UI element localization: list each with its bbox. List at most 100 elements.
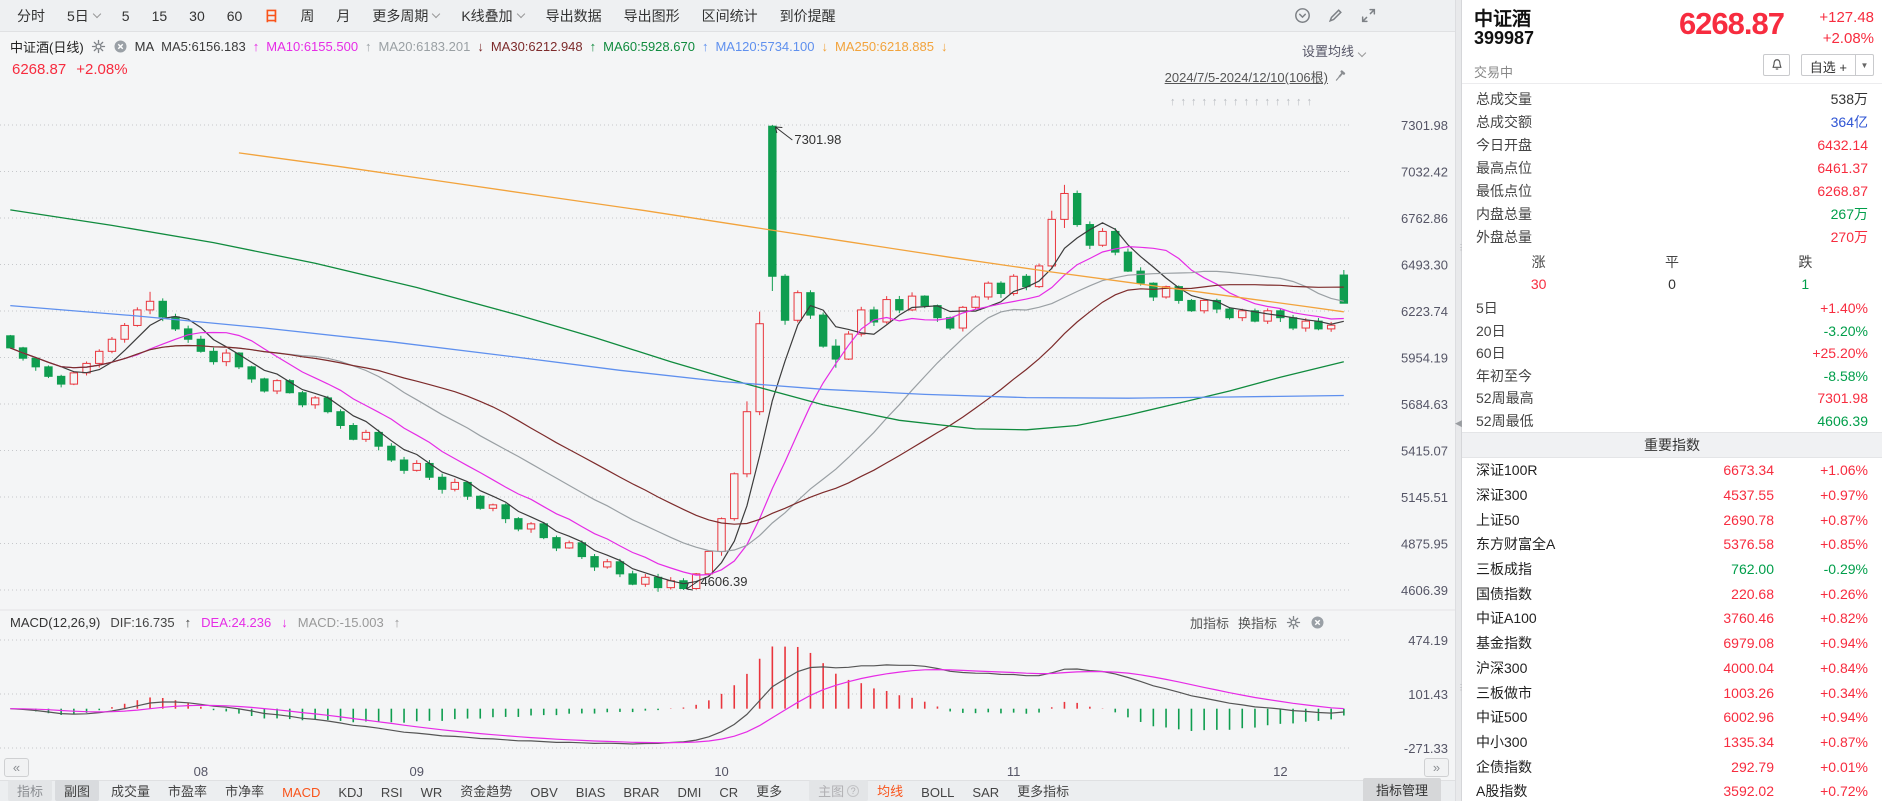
toolbar-item-周[interactable]: 周 xyxy=(289,6,325,26)
index-row[interactable]: 中小300 1335.34 +0.87% xyxy=(1462,730,1882,755)
indicator-manage-button[interactable]: 指标管理 xyxy=(1362,778,1441,801)
tab-CR[interactable]: CR xyxy=(710,784,747,801)
watchlist-dropdown[interactable]: ▼ xyxy=(1856,55,1873,75)
index-row[interactable]: 东方财富全A 5376.58 +0.85% xyxy=(1462,532,1882,557)
tab-DMI[interactable]: DMI xyxy=(669,784,711,801)
brush-icon[interactable] xyxy=(1327,7,1344,24)
scroll-left-button[interactable]: « xyxy=(4,758,29,777)
action-换指标[interactable]: 换指标 xyxy=(1238,613,1277,632)
gear-icon[interactable] xyxy=(91,39,106,54)
date-range-button[interactable]: 2024/7/5-2024/12/10(106根) xyxy=(1165,67,1347,86)
toolbar-item-日[interactable]: 日 xyxy=(253,6,289,26)
macd-axis-label: 474.19 xyxy=(1408,633,1448,648)
index-row[interactable]: 上证50 2690.78 +0.87% xyxy=(1462,507,1882,532)
index-row[interactable]: 深证300 4537.55 +0.97% xyxy=(1462,483,1882,508)
index-row[interactable]: 国债指数 220.68 +0.26% xyxy=(1462,581,1882,606)
kline-chart[interactable]: 7301.98 7032.42 6762.86 6493.30 6223.74 5954.… xyxy=(0,32,1455,801)
index-row[interactable]: 三板做市 1003.26 +0.34% xyxy=(1462,680,1882,705)
gear-icon[interactable] xyxy=(1286,615,1301,630)
index-value: 1003.26 xyxy=(1723,684,1774,701)
index-row[interactable]: 企债指数 292.79 +0.01% xyxy=(1462,754,1882,779)
ma-trend-arrow: ↑ xyxy=(252,39,260,54)
price-axis-label: 5954.19 xyxy=(1401,351,1448,366)
circle-chevron-down-icon[interactable] xyxy=(1294,7,1311,24)
toolbar-item-区间统计[interactable]: 区间统计 xyxy=(691,6,769,26)
index-name: A股指数 xyxy=(1476,783,1528,800)
tab-BIAS[interactable]: BIAS xyxy=(567,784,615,801)
index-row[interactable]: 沪深300 4000.04 +0.84% xyxy=(1462,656,1882,681)
price-alert-button[interactable] xyxy=(1763,54,1790,76)
tab-BOLL[interactable]: BOLL xyxy=(912,784,963,801)
stat-row: 最高点位 6461.37 xyxy=(1462,156,1882,179)
scroll-right-button[interactable]: » xyxy=(1424,758,1449,777)
panel-resize-divider[interactable]: ⋮ ◀ ⋮ xyxy=(1455,0,1465,801)
fullscreen-icon[interactable] xyxy=(1360,7,1377,24)
tab-RSI[interactable]: RSI xyxy=(372,784,412,801)
tab-成交量[interactable]: 成交量 xyxy=(102,780,159,801)
action-加指标[interactable]: 加指标 xyxy=(1190,613,1229,632)
index-pct: +0.87% xyxy=(1820,733,1868,750)
index-name: 三板成指 xyxy=(1476,561,1532,578)
tab-SAR[interactable]: SAR xyxy=(963,784,1008,801)
period-return-row: 5日 +1.40% xyxy=(1462,297,1882,320)
index-row[interactable]: 基金指数 6979.08 +0.94% xyxy=(1462,631,1882,656)
tab-指标[interactable]: 指标 xyxy=(8,780,53,801)
toolbar-item-5[interactable]: 5 xyxy=(111,8,141,24)
toolbar-item-月[interactable]: 月 xyxy=(325,6,361,26)
trading-status: 交易中 xyxy=(1474,65,1514,80)
index-row[interactable]: A股指数 3592.02 +0.72% xyxy=(1462,779,1882,801)
tab-KDJ[interactable]: KDJ xyxy=(329,784,372,801)
index-value: 4000.04 xyxy=(1723,659,1774,676)
toolbar-item-K线叠加[interactable]: K线叠加 xyxy=(450,6,534,26)
add-watchlist-button[interactable]: 自选 + ▼ xyxy=(1800,54,1874,76)
toolbar-item-30[interactable]: 30 xyxy=(178,8,216,24)
toolbar-item-更多周期[interactable]: 更多周期 xyxy=(361,6,450,26)
tab-资金趋势[interactable]: 资金趋势 xyxy=(451,780,521,801)
ma-trend-arrow: ↑ xyxy=(701,39,709,54)
stat-value: 364亿 xyxy=(1830,113,1868,130)
index-name: 国债指数 xyxy=(1476,585,1532,602)
stat-label: 最高点位 xyxy=(1476,159,1532,176)
index-row[interactable]: 深证100R 6673.34 +1.06% xyxy=(1462,458,1882,483)
tab-更多[interactable]: 更多 xyxy=(747,780,791,801)
toolbar-item-5日[interactable]: 5日 xyxy=(56,6,111,26)
tab-市盈率[interactable]: 市盈率 xyxy=(159,780,216,801)
close-circle-icon[interactable] xyxy=(113,39,128,54)
macd-axis-label: 101.43 xyxy=(1408,687,1448,702)
low-annotation: 4606.39 xyxy=(700,574,747,589)
collapse-panel-icon[interactable]: ◀ xyxy=(1455,418,1462,429)
close-circle-icon[interactable] xyxy=(1310,615,1325,630)
index-row[interactable]: 三板成指 762.00 -0.29% xyxy=(1462,557,1882,582)
indices-list: 深证100R 6673.34 +1.06% 深证300 4537.55 +0.97% 上证5… xyxy=(1462,458,1882,801)
index-row[interactable]: 中证A100 3760.46 +0.82% xyxy=(1462,606,1882,631)
macd-indicator-row: MACD(12,26,9) DIF:16.735 ↑ DEA:24.236 ↓ MACD:… xyxy=(10,613,1455,632)
bell-icon xyxy=(1770,58,1784,72)
period-label: 60日 xyxy=(1476,345,1506,362)
toolbar-item-导出图形[interactable]: 导出图形 xyxy=(613,6,691,26)
tab-BRAR[interactable]: BRAR xyxy=(614,784,668,801)
tab-市净率[interactable]: 市净率 xyxy=(216,780,273,801)
toolbar-item-导出数据[interactable]: 导出数据 xyxy=(535,6,613,26)
tab-均线[interactable]: 均线 xyxy=(868,780,912,801)
tab-WR[interactable]: WR xyxy=(412,784,452,801)
tab-副图[interactable]: 副图 xyxy=(55,780,100,801)
period-value: +1.40% xyxy=(1820,300,1868,317)
ma-value: MA250:6218.885 xyxy=(834,39,934,54)
period-label: 年初至今 xyxy=(1476,367,1532,384)
index-name: 东方财富全A xyxy=(1476,536,1556,553)
index-pct: +0.97% xyxy=(1820,487,1868,504)
period-value: -8.58% xyxy=(1823,367,1868,384)
stat-value: 267万 xyxy=(1830,205,1868,222)
tab-主图[interactable]: 主图? xyxy=(809,780,869,801)
tab-OBV[interactable]: OBV xyxy=(521,784,566,801)
toolbar-item-到价提醒[interactable]: 到价提醒 xyxy=(769,6,847,26)
tab-更多指标[interactable]: 更多指标 xyxy=(1008,780,1078,801)
period-returns: 5日 +1.40% 20日 -3.20% 60日 +25.20% 年初至今 -8.58% 52周… xyxy=(1462,297,1882,432)
tab-MACD[interactable]: MACD xyxy=(273,784,329,801)
ma-settings-button[interactable]: 设置均线 xyxy=(1302,41,1367,60)
toolbar-item-15[interactable]: 15 xyxy=(141,8,179,24)
current-price-row: 6268.87 +2.08% xyxy=(12,61,128,78)
index-row[interactable]: 中证500 6002.96 +0.94% xyxy=(1462,705,1882,730)
toolbar-item-分时[interactable]: 分时 xyxy=(6,6,56,26)
toolbar-item-60[interactable]: 60 xyxy=(216,8,254,24)
